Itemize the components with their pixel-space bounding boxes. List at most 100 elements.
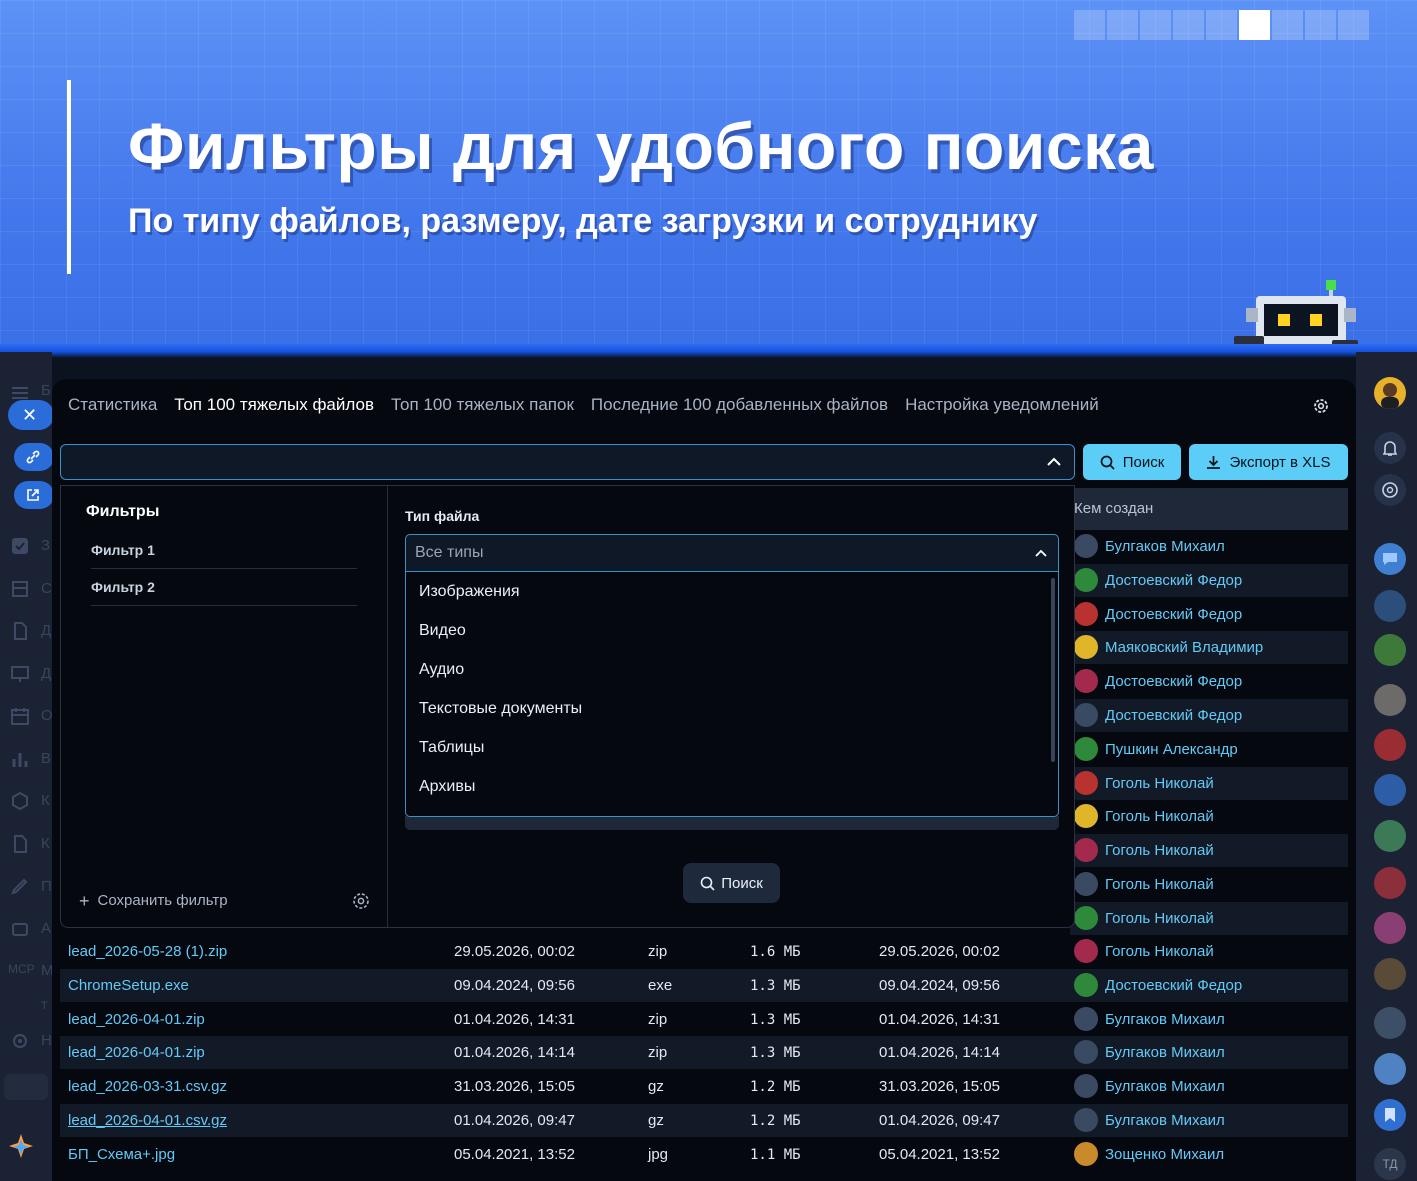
table-row[interactable]: Гоголь Николай [1070, 766, 1348, 800]
table-row[interactable]: Гоголь Николай [1070, 800, 1348, 833]
contact-avatar[interactable] [1374, 958, 1406, 990]
tab-statistics[interactable]: Статистика [68, 395, 157, 415]
table-row[interactable]: Достоевский Федор [1070, 563, 1348, 597]
saved-filter-item[interactable]: Фильтр 1 [91, 542, 357, 569]
cell-created-by[interactable]: Гоголь Николай [1105, 842, 1214, 859]
cell-created-by[interactable]: Гоголь Николай [1105, 943, 1214, 960]
cell-created-by[interactable]: Достоевский Федор [1105, 606, 1242, 623]
table-row[interactable]: Гоголь Николай [1070, 868, 1348, 901]
document-icon[interactable] [10, 622, 30, 640]
pen-icon[interactable] [10, 878, 30, 896]
contact-avatar[interactable] [1374, 729, 1406, 761]
file-type-option[interactable]: Аудио [406, 650, 1058, 689]
contact-avatar[interactable] [1374, 590, 1406, 622]
close-button[interactable]: ✕ [8, 400, 54, 430]
dropdown-scrollbar[interactable] [1051, 578, 1055, 762]
chevron-up-icon[interactable] [1046, 454, 1062, 470]
current-user-avatar[interactable] [1374, 377, 1406, 409]
table-row[interactable]: Достоевский Федор [1070, 699, 1348, 732]
table-row[interactable]: Гоголь Николай [1070, 834, 1348, 868]
filter-settings-gear-icon[interactable] [351, 891, 371, 911]
cell-created-by[interactable]: Зощенко Михаил [1105, 1146, 1224, 1163]
table-row[interactable]: Достоевский Федор [1070, 598, 1348, 631]
cell-created-by[interactable]: Пушкин Александр [1105, 741, 1238, 758]
tab-latest-files[interactable]: Последние 100 добавленных файлов [591, 395, 888, 415]
cell-created-by[interactable]: Гоголь Николай [1105, 910, 1214, 927]
search-button[interactable]: Поиск [1083, 444, 1181, 480]
table-row[interactable]: Булгаков Михаил [1070, 530, 1348, 563]
cell-created-by[interactable]: Булгаков Михаил [1105, 538, 1225, 555]
cell-created-by[interactable]: Булгаков Михаил [1105, 1011, 1225, 1028]
contact-avatar[interactable] [1374, 684, 1406, 716]
cell-created-by[interactable]: Булгаков Михаил [1105, 1078, 1225, 1095]
slide-dot[interactable] [1338, 10, 1369, 40]
table-row[interactable]: lead_2026-05-28 (1).zip 29.05.2026, 00:02… [60, 935, 1348, 968]
cell-created-by[interactable]: Булгаков Михаил [1105, 1044, 1225, 1061]
checkbox-icon[interactable] [10, 537, 30, 555]
cell-created-by[interactable]: Гоголь Николай [1105, 876, 1214, 893]
user-initials-avatar[interactable]: ТД [1374, 1148, 1406, 1180]
file-type-option[interactable]: Таблицы [406, 728, 1058, 767]
presentation-icon[interactable] [10, 665, 30, 683]
hexagon-icon[interactable] [10, 792, 30, 810]
file-edit-icon[interactable] [10, 835, 30, 853]
file-type-select[interactable]: Все типы [405, 534, 1059, 572]
chat-rail-button[interactable] [1374, 543, 1406, 575]
table-row[interactable]: Гоголь Николай [1070, 901, 1348, 935]
slide-dot-active[interactable] [1239, 10, 1270, 40]
save-filter-button[interactable]: + Сохранить фильтр [79, 892, 228, 910]
calendar-icon[interactable] [10, 707, 30, 725]
contact-avatar[interactable] [1374, 634, 1406, 666]
file-type-option[interactable]: Видео [406, 611, 1058, 650]
file-type-option[interactable]: Изображения [406, 572, 1058, 611]
cell-created-by[interactable]: Достоевский Федор [1105, 977, 1242, 994]
slide-indicator[interactable] [1074, 10, 1369, 40]
table-row[interactable]: Маяковский Владимир [1070, 631, 1348, 665]
cell-created-by[interactable]: Гоголь Николай [1105, 775, 1214, 792]
table-row[interactable]: БП_Схема+.jpg 05.04.2021, 13:52 jpg 1.1 МБ 0… [60, 1138, 1348, 1171]
building-icon[interactable] [10, 580, 30, 598]
contact-avatar[interactable] [1374, 774, 1406, 806]
saved-filter-item[interactable]: Фильтр 2 [91, 579, 357, 606]
slide-dot[interactable] [1272, 10, 1303, 40]
slide-dot[interactable] [1206, 10, 1237, 40]
export-xls-button[interactable]: Экспорт в XLS [1189, 444, 1348, 480]
table-row[interactable]: lead_2026-04-01.zip 01.04.2026, 14:14 zip 1… [60, 1036, 1348, 1070]
cell-created-by[interactable]: Гоголь Николай [1105, 808, 1214, 825]
robot-icon[interactable] [10, 920, 30, 938]
table-row[interactable]: lead_2026-03-31.csv.gz 31.03.2026, 15:05 g… [60, 1070, 1348, 1103]
contact-avatar[interactable] [1374, 1053, 1406, 1085]
gear-icon[interactable] [10, 1032, 30, 1050]
table-row[interactable]: lead_2026-04-01.csv.gz 01.04.2026, 09:47 g… [60, 1104, 1348, 1137]
tab-top-heavy-files[interactable]: Топ 100 тяжелых файлов [174, 395, 374, 415]
cell-created-by[interactable]: Достоевский Федор [1105, 707, 1242, 724]
copy-link-button[interactable] [14, 443, 54, 471]
ai-assistant-icon[interactable] [6, 1132, 36, 1162]
cell-file-name[interactable]: lead_2026-03-31.csv.gz [68, 1078, 227, 1095]
sidebar-collapse-bar[interactable] [4, 1074, 48, 1100]
slide-dot[interactable] [1140, 10, 1171, 40]
cell-file-name[interactable]: lead_2026-04-01.zip [68, 1011, 205, 1028]
mcp-label[interactable]: MCP [8, 962, 35, 976]
filter-search-input[interactable] [60, 444, 1075, 480]
bar-chart-icon[interactable] [10, 750, 30, 768]
slide-dot[interactable] [1074, 10, 1105, 40]
chat-search-button[interactable] [1374, 474, 1406, 506]
file-type-option[interactable]: Текстовые документы [406, 689, 1058, 728]
cell-created-by[interactable]: Маяковский Владимир [1105, 639, 1263, 656]
apply-filter-search-button[interactable]: Поиск [683, 863, 780, 903]
created-by-select-collapsed[interactable] [405, 816, 1059, 830]
contact-avatar[interactable] [1374, 1007, 1406, 1039]
cell-created-by[interactable]: Булгаков Михаил [1105, 1112, 1225, 1129]
cell-file-name[interactable]: lead_2026-05-28 (1).zip [68, 943, 227, 960]
column-header-created-by[interactable]: Кем создан [1070, 488, 1348, 530]
settings-gear-icon[interactable] [1311, 396, 1331, 416]
tab-top-heavy-folders[interactable]: Топ 100 тяжелых папок [391, 395, 574, 415]
contact-avatar[interactable] [1374, 867, 1406, 899]
open-external-button[interactable] [14, 481, 54, 509]
table-row[interactable]: Достоевский Федор [1070, 665, 1348, 698]
cell-created-by[interactable]: Достоевский Федор [1105, 572, 1242, 589]
slide-dot[interactable] [1107, 10, 1138, 40]
cell-file-name[interactable]: БП_Схема+.jpg [68, 1146, 175, 1163]
table-row[interactable]: ChromeSetup.exe 09.04.2024, 09:56 exe 1.3 М… [60, 968, 1348, 1002]
